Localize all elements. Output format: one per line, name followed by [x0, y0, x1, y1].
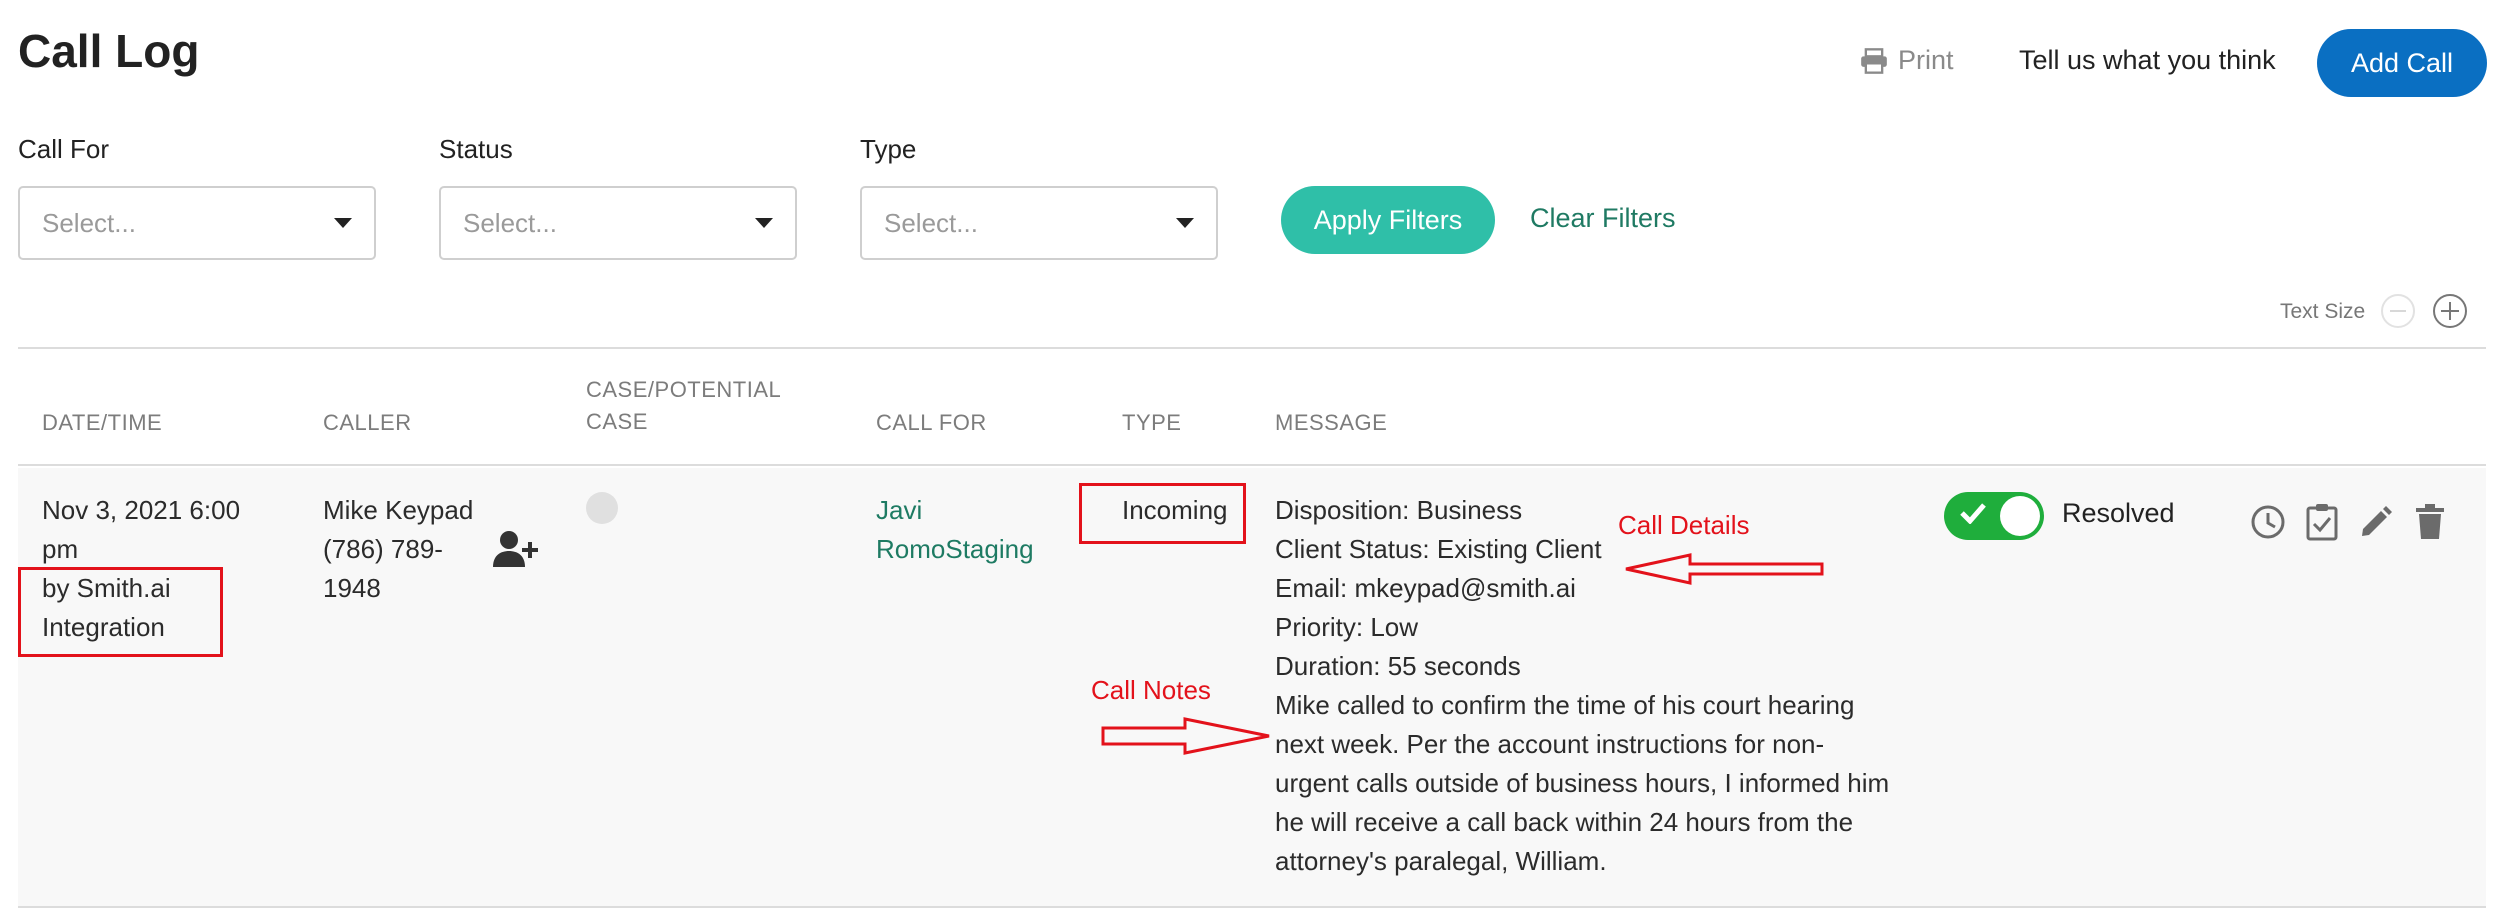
status-label: Resolved — [2062, 498, 2175, 528]
column-header-caller: CALLER — [323, 410, 412, 435]
clipboard-check-icon — [2306, 504, 2338, 541]
type-placeholder: Select... — [884, 207, 978, 238]
type-filter-label: Type — [860, 134, 917, 164]
minus-circle-icon — [2390, 310, 2406, 312]
chevron-down-icon — [1176, 218, 1194, 228]
caller-phone-line2: 1948 — [323, 573, 381, 603]
message-note-2: next week. Per the account instructions … — [1275, 729, 1825, 759]
history-button[interactable] — [2248, 500, 2288, 544]
apply-filters-button[interactable]: Apply Filters — [1281, 186, 1495, 254]
type-select[interactable]: Select... — [860, 186, 1218, 260]
annotation-box-type — [1079, 483, 1246, 544]
text-size-label: Text Size — [2280, 300, 2366, 323]
status-select[interactable]: Select... — [439, 186, 797, 260]
print-label: Print — [1898, 45, 1954, 75]
message-text: Disposition: Business Client Status: Exi… — [1275, 491, 1915, 881]
divider — [18, 347, 2486, 349]
message-note-4: he will receive a call back within 24 ho… — [1275, 807, 1854, 837]
annotation-arrow-left-icon — [1625, 553, 1824, 585]
task-button[interactable] — [2302, 500, 2342, 544]
annotation-call-notes: Call Notes — [1091, 675, 1211, 705]
datetime-line1: Nov 3, 2021 6:00 — [42, 495, 241, 525]
increase-text-size-button[interactable] — [2433, 294, 2467, 328]
message-detail-4: Priority: Low — [1275, 612, 1419, 642]
column-header-type: TYPE — [1122, 410, 1182, 435]
column-header-call-for: CALL FOR — [876, 410, 987, 435]
message-note-5: attorney's paralegal, William. — [1275, 846, 1607, 876]
caller-phone-line1: (786) 789- — [323, 534, 443, 564]
print-button[interactable]: Print — [1860, 45, 1954, 76]
plus-circle-icon — [2441, 302, 2459, 320]
history-icon — [2251, 505, 2285, 539]
chevron-down-icon — [334, 218, 352, 228]
annotation-call-details: Call Details — [1618, 510, 1750, 540]
toggle-knob — [2000, 496, 2040, 536]
header-divider — [18, 464, 2486, 466]
datetime-line2: pm — [42, 534, 79, 564]
case-status-dot[interactable] — [586, 492, 618, 524]
edit-button[interactable] — [2356, 500, 2396, 544]
status-filter-label: Status — [439, 134, 513, 164]
call-for-link[interactable]: Javi RomoStaging — [876, 491, 1034, 569]
printer-icon — [1861, 47, 1887, 74]
annotation-box-logged-by — [18, 567, 223, 657]
caller-info: Mike Keypad (786) 789- 1948 — [323, 491, 473, 608]
call-for-line1: Javi — [876, 495, 923, 525]
trash-icon — [2416, 504, 2444, 539]
resolved-toggle[interactable] — [1944, 492, 2044, 540]
add-contact-button[interactable] — [492, 529, 540, 574]
add-call-button[interactable]: Add Call — [2317, 29, 2487, 97]
row-divider — [18, 906, 2486, 908]
check-icon — [1960, 503, 1986, 524]
annotation-arrow-right-icon — [1101, 717, 1270, 755]
pencil-icon — [2362, 506, 2392, 536]
add-person-icon — [493, 531, 538, 567]
column-header-datetime: DATE/TIME — [42, 410, 163, 435]
page-title: Call Log — [18, 25, 200, 77]
delete-button[interactable] — [2410, 500, 2450, 544]
status-placeholder: Select... — [463, 207, 557, 238]
message-note-3: urgent calls outside of business hours, … — [1275, 768, 1890, 798]
caller-name: Mike Keypad — [323, 495, 474, 525]
chevron-down-icon — [755, 218, 773, 228]
call-for-placeholder: Select... — [42, 207, 136, 238]
clear-filters-link[interactable]: Clear Filters — [1530, 203, 1676, 234]
decrease-text-size-button[interactable] — [2381, 294, 2415, 328]
call-for-line2: RomoStaging — [876, 534, 1034, 564]
message-note-1: Mike called to confirm the time of his c… — [1275, 690, 1855, 720]
column-header-case-line2: CASE — [586, 409, 648, 434]
call-for-select[interactable]: Select... — [18, 186, 376, 260]
message-detail-1: Disposition: Business — [1275, 495, 1523, 525]
feedback-link[interactable]: Tell us what you think — [2019, 45, 2276, 76]
call-for-filter-label: Call For — [18, 134, 110, 164]
column-header-case-line1: CASE/POTENTIAL — [586, 377, 782, 402]
column-header-message: MESSAGE — [1275, 410, 1388, 435]
message-detail-5: Duration: 55 seconds — [1275, 651, 1521, 681]
